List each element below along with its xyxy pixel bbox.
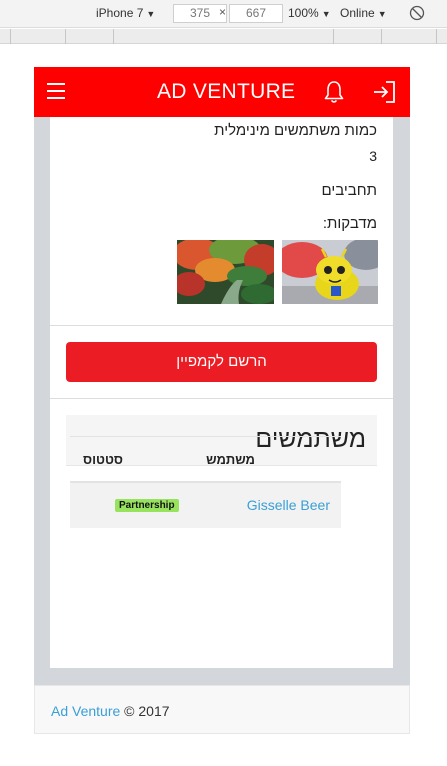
sticker-garden-image — [177, 240, 274, 304]
page-viewport: AD VENTURE כמות משתמשים מינימלית 3 תחביב… — [34, 67, 410, 733]
device-label: iPhone 7 — [96, 6, 144, 20]
devtools-toolbar: iPhone 7 ▼ 375 × 667 100% ▼ Online ▼ — [0, 0, 447, 28]
table-header: משתמש סטטוס — [70, 436, 341, 483]
dropdown-arrow-icon: ▼ — [146, 9, 156, 19]
rotate-icon[interactable] — [409, 5, 425, 21]
min-users-label: כמות משתמשים מינימלית — [214, 122, 377, 139]
user-name-link[interactable]: Gisselle Beer — [247, 497, 330, 513]
network-label: Online — [340, 6, 375, 20]
footer: Ad Venture © 2017 — [34, 685, 410, 734]
zoom-label: 100% — [288, 6, 319, 20]
status-badge: Partnership — [115, 499, 179, 512]
navbar: AD VENTURE — [34, 67, 410, 117]
media-query-ruler — [0, 29, 447, 44]
table-row: Gisselle Beer Partnership — [70, 483, 341, 528]
footer-copyright: © 2017 — [124, 703, 170, 719]
register-campaign-button[interactable]: הרשם לקמפיין — [66, 342, 377, 382]
zoom-select[interactable]: 100% ▼ — [288, 6, 331, 20]
hobbies-label: תחביבים — [321, 182, 377, 199]
device-select[interactable]: iPhone 7 ▼ — [96, 6, 155, 20]
bell-icon[interactable] — [323, 80, 345, 104]
height-input[interactable]: 667 — [229, 4, 283, 23]
network-select[interactable]: Online ▼ — [340, 6, 387, 20]
login-icon[interactable] — [372, 80, 396, 104]
min-users-value: 3 — [369, 148, 377, 164]
hamburger-menu-icon[interactable] — [47, 83, 65, 99]
dropdown-arrow-icon: ▼ — [321, 9, 331, 19]
dropdown-arrow-icon: ▼ — [377, 9, 387, 19]
stickers-label: מדבקות: — [322, 215, 377, 232]
sticker-android-image — [282, 240, 378, 304]
footer-brand-link[interactable]: Ad Venture — [51, 703, 120, 719]
column-header-status: סטטוס — [83, 452, 123, 467]
column-header-user: משתמש — [206, 452, 255, 467]
brand-title[interactable]: AD VENTURE — [157, 80, 295, 104]
times-sign: × — [219, 5, 227, 19]
divider — [50, 398, 393, 399]
footer-text: Ad Venture © 2017 — [51, 703, 170, 719]
campaign-card: כמות משתמשים מינימלית 3 תחביבים מדבקות: — [50, 117, 393, 668]
users-table: משתמש סטטוס Gisselle Beer Partnership — [70, 436, 341, 528]
divider — [50, 325, 393, 326]
